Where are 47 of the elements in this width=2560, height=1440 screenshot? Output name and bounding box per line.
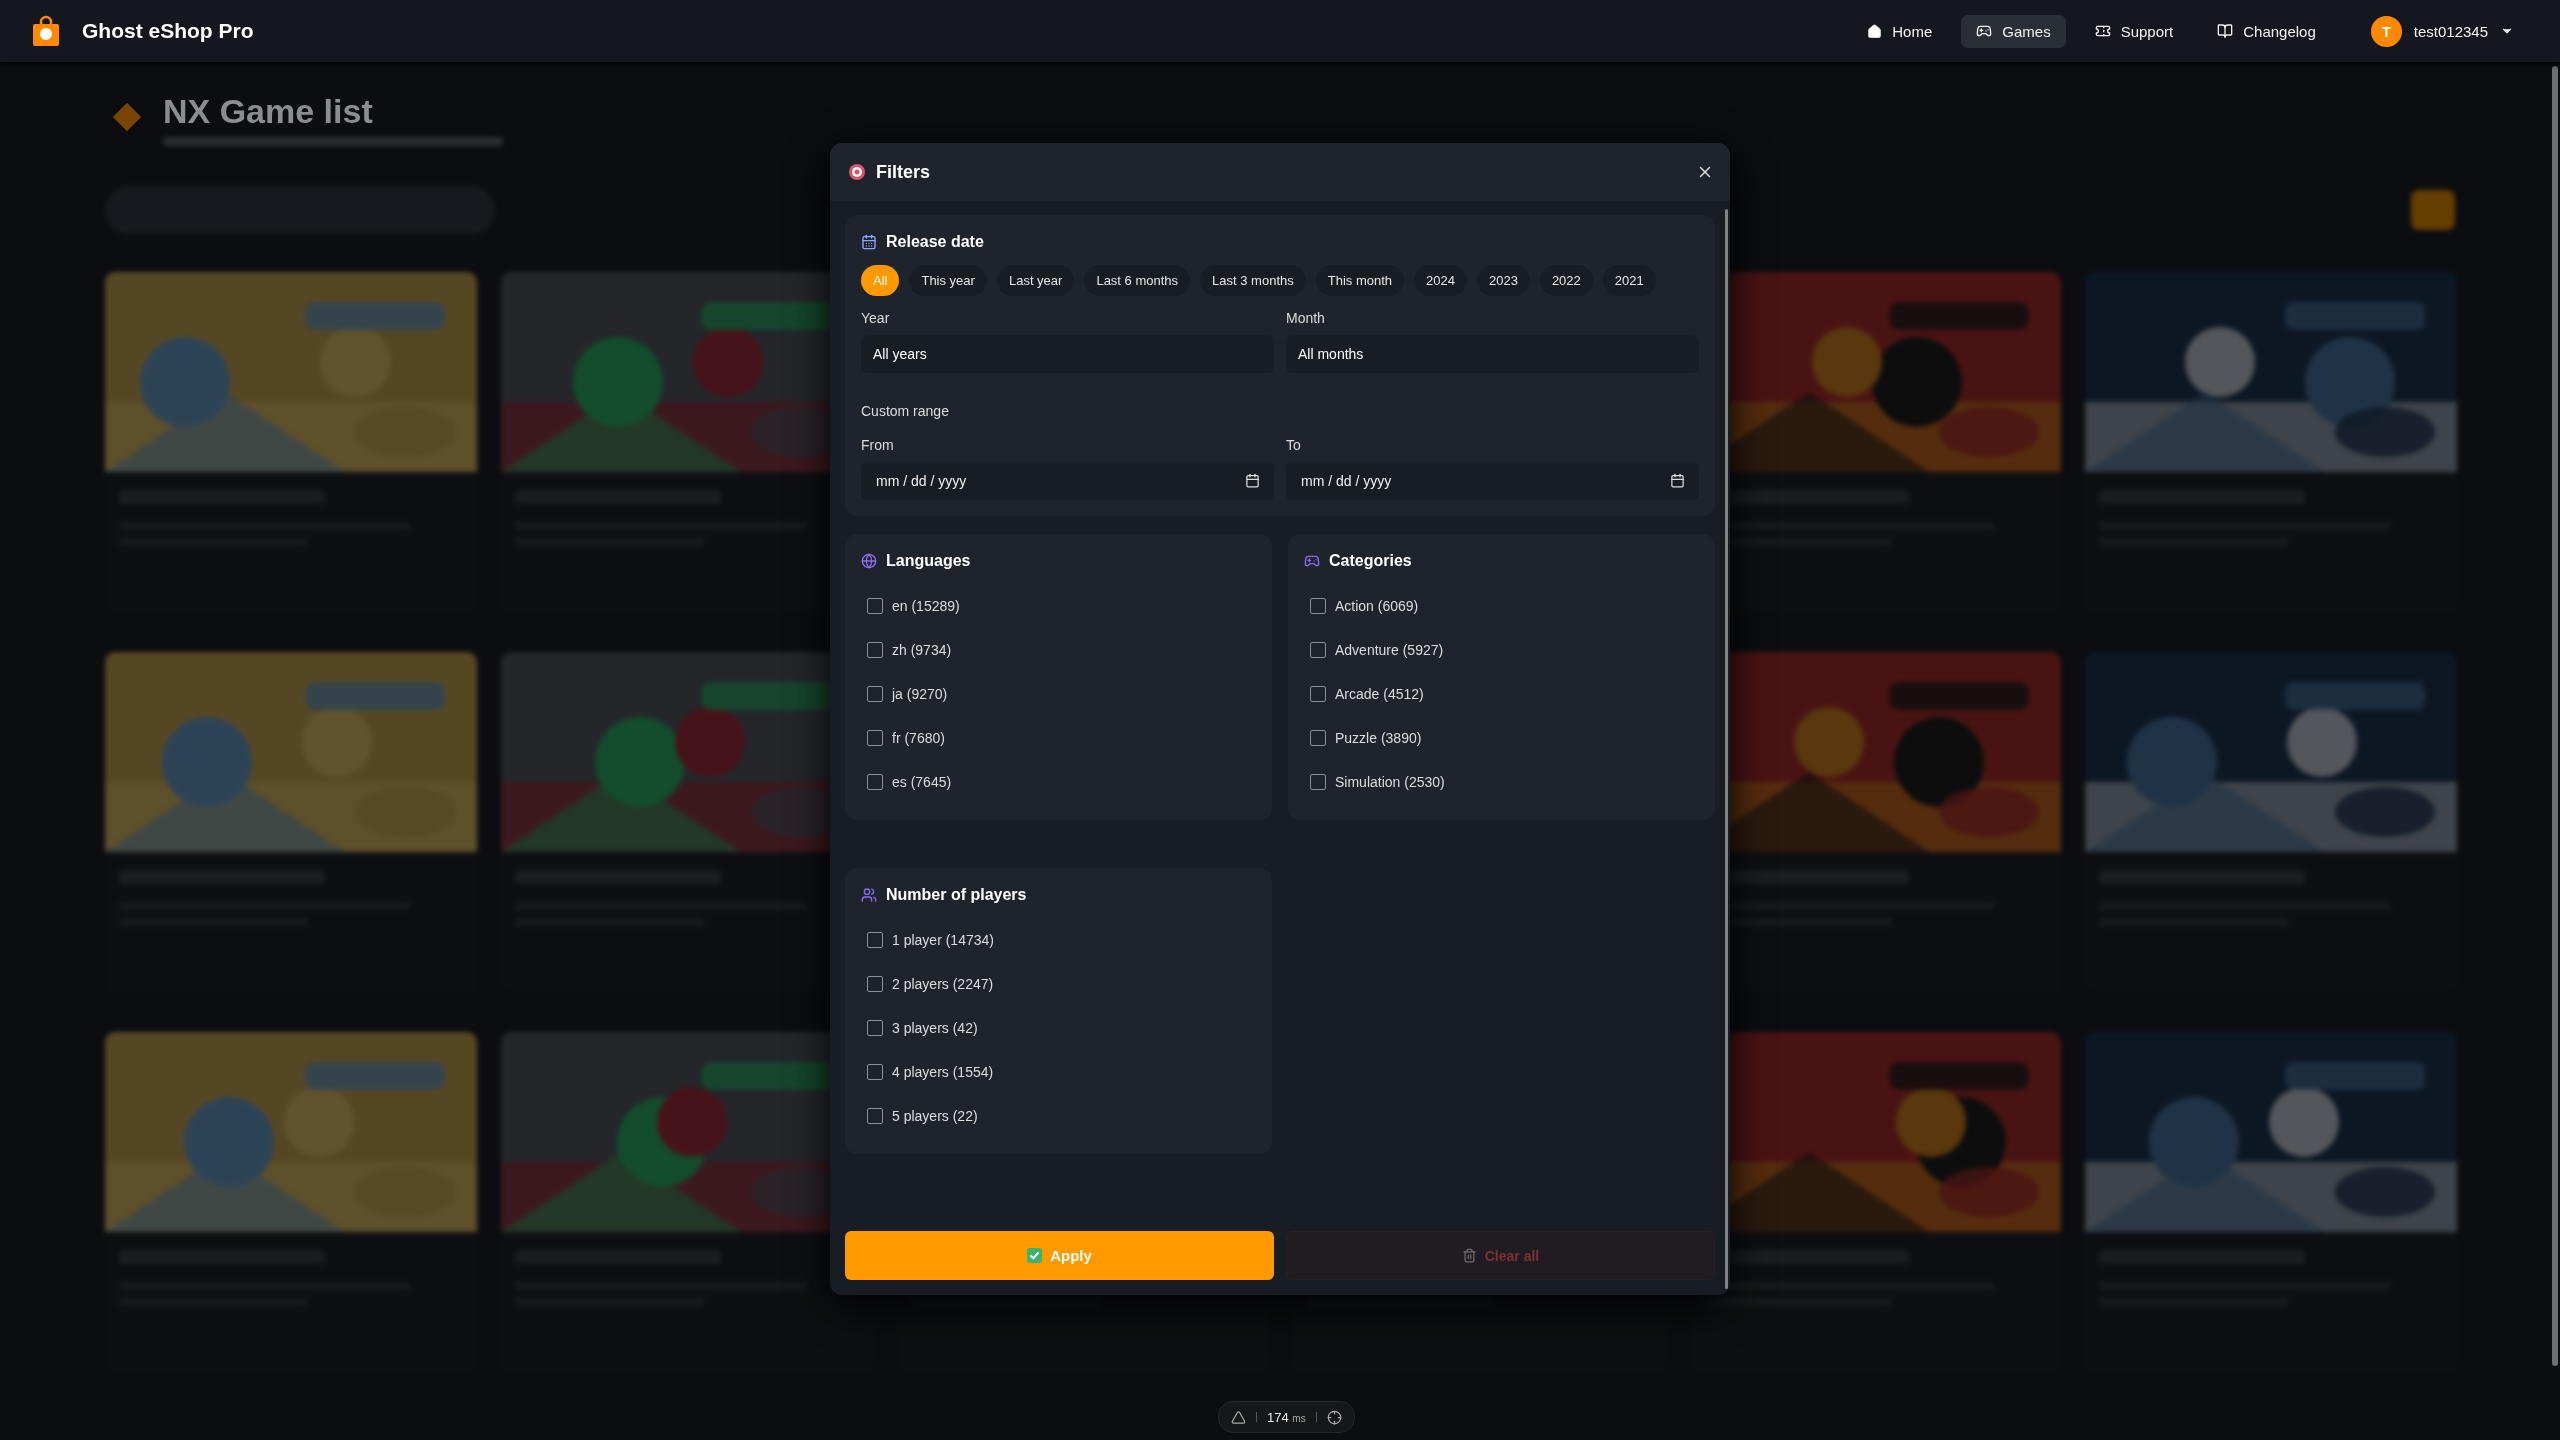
user-menu[interactable]: T test012345: [2364, 14, 2520, 48]
filter-chip[interactable]: Last 6 months: [1084, 265, 1191, 296]
section-title: Categories: [1329, 552, 1412, 570]
checkbox-label: es (7645): [892, 774, 952, 790]
filter-chip[interactable]: Last year: [996, 265, 1075, 296]
checkbox-label: zh (9734): [892, 642, 952, 658]
section-title: Number of players: [886, 886, 1027, 904]
filter-chip[interactable]: 2024: [1414, 265, 1467, 296]
field-label: Custom range: [861, 403, 950, 419]
filter-chip[interactable]: This month: [1315, 265, 1405, 296]
section-title: Release date: [886, 233, 984, 251]
nav-link[interactable]: Games: [1961, 14, 2066, 48]
nav-link[interactable]: Support: [2079, 14, 2189, 48]
nav-link[interactable]: Home: [1852, 14, 1948, 48]
checkbox-label: ja (9270): [892, 686, 948, 702]
filter-chip[interactable]: 2023: [1476, 265, 1530, 296]
filter-chip[interactable]: 2022: [1539, 265, 1593, 296]
checkbox-label: 1 player (14734): [892, 932, 994, 948]
filter-chip[interactable]: Last 3 months: [1200, 265, 1306, 296]
checkbox-label: 5 players (22): [892, 1108, 978, 1124]
checkbox-label: 4 players (1554): [892, 1064, 994, 1080]
checkbox-label: en (15289): [892, 598, 960, 614]
checkbox-label: fr (7680): [892, 730, 945, 746]
field-label: Year: [861, 310, 891, 326]
section-title: Languages: [886, 552, 971, 570]
checkbox-label: Puzzle (3890): [1335, 730, 1422, 746]
checkbox-label: Adventure (5927): [1335, 642, 1444, 658]
nav-link[interactable]: Changelog: [2202, 14, 2331, 48]
checkbox-label: Arcade (4512): [1335, 686, 1424, 702]
field-label: From: [861, 437, 895, 453]
page-title: NX Game list: [163, 92, 373, 131]
field-label: Month: [1286, 310, 1326, 326]
dialog-title: Filters: [876, 161, 931, 183]
field-label: To: [1286, 437, 1302, 453]
year-select[interactable]: All years: [861, 335, 1274, 373]
avatar: T: [2370, 15, 2402, 47]
checkbox-label: 2 players (2247): [892, 976, 994, 992]
checkbox-label: Action (6069): [1335, 598, 1419, 614]
filter-chip[interactable]: 2021: [1602, 265, 1656, 296]
checkbox-label: Simulation (2530): [1335, 774, 1445, 790]
month-select[interactable]: All months: [1286, 335, 1699, 373]
date-field[interactable]: mm / dd / yyyy: [861, 462, 1274, 500]
filter-chip[interactable]: This year: [909, 265, 987, 296]
timing-value: 174 ms: [1267, 1409, 1306, 1425]
checkbox-label: 3 players (42): [892, 1020, 978, 1036]
brand-name: Ghost eShop Pro: [82, 19, 254, 43]
date-field[interactable]: mm / dd / yyyy: [1286, 462, 1699, 500]
